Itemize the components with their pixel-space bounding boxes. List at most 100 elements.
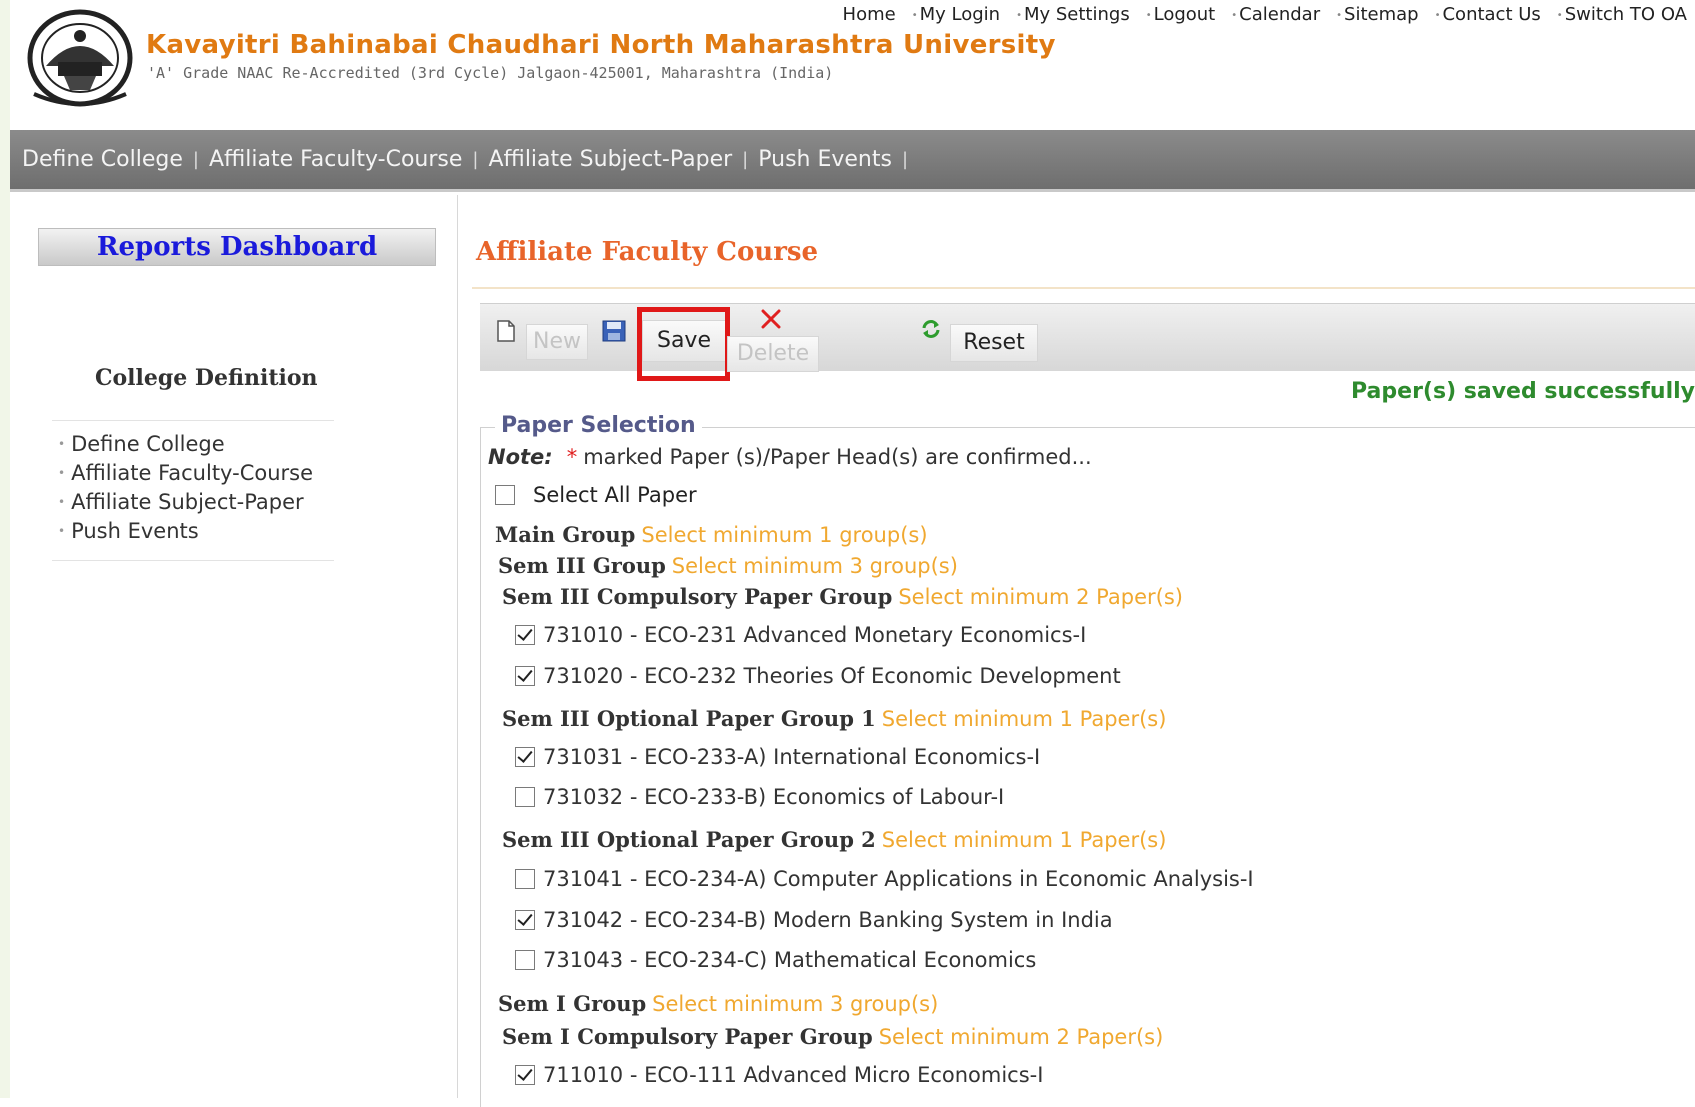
reset-refresh-icon <box>922 320 940 338</box>
sidebar-divider <box>52 560 334 561</box>
nav-affiliate-faculty-course[interactable]: Affiliate Faculty-Course <box>209 147 462 172</box>
sidebar: Reports Dashboard College Definition Def… <box>10 195 458 1098</box>
group-requirement: Select minimum 3 group(s) <box>671 554 958 578</box>
paper-item[interactable]: 731010 - ECO-231 Advanced Monetary Econo… <box>515 623 1086 647</box>
paper-label: 731010 - ECO-231 Advanced Monetary Econo… <box>543 623 1087 647</box>
group-requirement: Select minimum 1 Paper(s) <box>881 828 1167 852</box>
university-logo-icon <box>27 9 133 107</box>
group-requirement: Select minimum 1 group(s) <box>641 523 928 547</box>
required-star: * <box>566 445 578 469</box>
sidebar-item-push-events[interactable]: Push Events <box>58 517 313 546</box>
group-header: Sem III Compulsory Paper Group Select min… <box>502 584 1183 609</box>
nav-separator: | <box>901 149 909 170</box>
top-link-my-settings[interactable]: My Settings <box>1008 4 1138 25</box>
group-name: Sem III Optional Paper Group 1 <box>502 706 876 731</box>
top-link-my-login[interactable]: My Login <box>904 4 1008 25</box>
group-name: Sem III Optional Paper Group 2 <box>502 827 876 852</box>
nav-define-college[interactable]: Define College <box>22 147 183 172</box>
top-link-home[interactable]: Home <box>835 4 904 25</box>
sidebar-divider <box>52 420 334 421</box>
paper-item[interactable]: 731020 - ECO-232 Theories Of Economic De… <box>515 664 1121 688</box>
fieldset-border <box>480 427 481 1107</box>
toolbar: New Save Delete Reset <box>480 303 1695 381</box>
top-link-switch-to-oa[interactable]: Switch TO OA <box>1549 4 1695 25</box>
note-line: Note: * marked Paper (s)/Paper Head(s) are… <box>488 445 1092 469</box>
top-link-logout[interactable]: Logout <box>1138 4 1224 25</box>
status-message: Paper(s) saved successfully <box>1351 379 1695 404</box>
note-text: marked Paper (s)/Paper Head(s) are confi… <box>583 445 1092 469</box>
group-header: Sem III Optional Paper Group 2 Select min… <box>502 827 1166 852</box>
group-header: Main Group Select minimum 1 group(s) <box>495 522 928 547</box>
select-all-checkbox[interactable] <box>495 485 515 505</box>
paper-checkbox[interactable] <box>515 666 535 686</box>
top-links: Home My Login My Settings Logout Calenda… <box>835 4 1695 25</box>
save-highlight-box <box>637 307 730 381</box>
paper-checkbox[interactable] <box>515 1065 535 1085</box>
group-name: Sem III Compulsory Paper Group <box>502 584 893 609</box>
delete-x-icon <box>761 309 781 329</box>
group-requirement: Select minimum 1 Paper(s) <box>881 707 1167 731</box>
reports-dashboard-button[interactable]: Reports Dashboard <box>38 228 436 266</box>
nav-separator: | <box>192 149 199 170</box>
sidebar-menu: Define College Affiliate Faculty-Course … <box>58 430 313 546</box>
nav-separator: | <box>742 149 749 170</box>
paper-item[interactable]: 731032 - ECO-233-B) Economics of Labour-… <box>515 785 1004 809</box>
group-header: Sem I Compulsory Paper Group Select minim… <box>502 1024 1163 1049</box>
group-requirement: Select minimum 2 Paper(s) <box>898 585 1183 609</box>
paper-item[interactable]: 731043 - ECO-234-C) Mathematical Economi… <box>515 948 1036 972</box>
select-all-label: Select All Paper <box>533 483 697 507</box>
group-header: Sem III Optional Paper Group 1 Select min… <box>502 706 1166 731</box>
paper-label: 731043 - ECO-234-C) Mathematical Economi… <box>543 948 1037 972</box>
delete-button[interactable]: Delete <box>727 336 819 372</box>
paper-item[interactable]: 731042 - ECO-234-B) Modern Banking Syste… <box>515 908 1113 932</box>
reset-button[interactable]: Reset <box>950 324 1038 362</box>
new-document-icon <box>497 320 515 342</box>
paper-label: 731032 - ECO-233-B) Economics of Labour-… <box>543 785 1005 809</box>
top-link-calendar[interactable]: Calendar <box>1223 4 1328 25</box>
group-name: Sem I Compulsory Paper Group <box>502 1024 873 1049</box>
paper-checkbox[interactable] <box>515 910 535 930</box>
sidebar-item-affiliate-subject-paper[interactable]: Affiliate Subject-Paper <box>58 488 313 517</box>
paper-item[interactable]: 711010 - ECO-111 Advanced Micro Economic… <box>515 1063 1043 1087</box>
paper-selection-legend: Paper Selection <box>495 413 702 438</box>
sidebar-item-define-college[interactable]: Define College <box>58 430 313 459</box>
group-name: Sem I Group <box>498 991 647 1016</box>
group-requirement: Select minimum 2 Paper(s) <box>878 1025 1164 1049</box>
group-requirement: Select minimum 3 group(s) <box>652 992 939 1016</box>
nav-affiliate-subject-paper[interactable]: Affiliate Subject-Paper <box>489 147 733 172</box>
paper-item[interactable]: 731031 - ECO-233-A) International Econom… <box>515 745 1040 769</box>
main-navbar: Define College | Affiliate Faculty-Course… <box>10 130 1695 192</box>
paper-checkbox[interactable] <box>515 950 535 970</box>
paper-label: 731041 - ECO-234-A) Computer Application… <box>543 867 1254 891</box>
paper-label: 711010 - ECO-111 Advanced Micro Economic… <box>543 1063 1044 1087</box>
page-title: Affiliate Faculty Course <box>476 237 819 267</box>
page: Kavayitri Bahinabai Chaudhari North Maha… <box>10 0 1695 1107</box>
save-disk-icon <box>602 320 626 342</box>
main-content: Affiliate Faculty Course New Save Delete <box>460 195 1695 1107</box>
university-name: Kavayitri Bahinabai Chaudhari North Maha… <box>146 30 1056 60</box>
paper-label: 731042 - ECO-234-B) Modern Banking Syste… <box>543 908 1113 932</box>
paper-checkbox[interactable] <box>515 869 535 889</box>
group-header: Sem III Group Select minimum 3 group(s) <box>498 553 958 578</box>
paper-item[interactable]: 731041 - ECO-234-A) Computer Application… <box>515 867 1254 891</box>
university-subtitle: 'A' Grade NAAC Re-Accredited (3rd Cycle)… <box>147 64 834 82</box>
note-label: Note: <box>488 445 553 469</box>
group-header: Sem I Group Select minimum 3 group(s) <box>498 991 938 1016</box>
paper-label: 731031 - ECO-233-A) International Econom… <box>543 745 1041 769</box>
sidebar-section-title: College Definition <box>95 365 318 391</box>
paper-label: 731020 - ECO-232 Theories Of Economic De… <box>543 664 1121 688</box>
new-button[interactable]: New <box>526 324 588 360</box>
paper-checkbox[interactable] <box>515 747 535 767</box>
paper-checkbox[interactable] <box>515 625 535 645</box>
sidebar-item-affiliate-faculty-course[interactable]: Affiliate Faculty-Course <box>58 459 313 488</box>
top-link-contact-us[interactable]: Contact Us <box>1427 4 1549 25</box>
group-name: Main Group <box>495 522 636 547</box>
nav-push-events[interactable]: Push Events <box>758 147 892 172</box>
site-header: Kavayitri Bahinabai Chaudhari North Maha… <box>10 0 1695 130</box>
title-divider <box>472 287 1695 289</box>
select-all-row[interactable]: Select All Paper <box>495 483 697 507</box>
top-link-sitemap[interactable]: Sitemap <box>1328 4 1426 25</box>
paper-checkbox[interactable] <box>515 787 535 807</box>
nav-separator: | <box>472 149 479 170</box>
group-name: Sem III Group <box>498 553 666 578</box>
